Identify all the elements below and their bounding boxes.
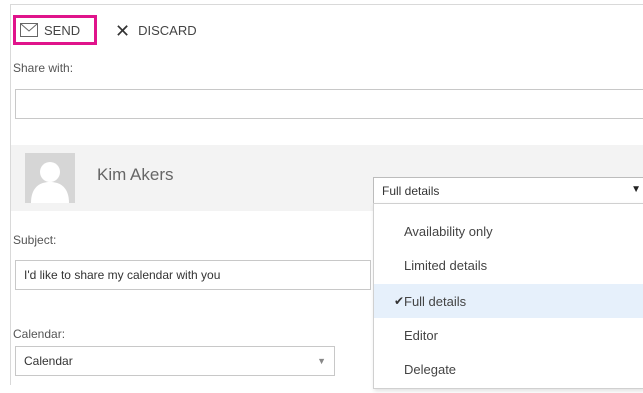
calendar-value: Calendar: [24, 354, 73, 368]
chevron-down-icon: ▼: [317, 356, 326, 366]
subject-label: Subject:: [13, 233, 57, 247]
send-button[interactable]: SEND: [13, 15, 97, 45]
recipient-name: Kim Akers: [97, 165, 174, 184]
share-with-input[interactable]: [15, 89, 643, 119]
share-calendar-form: SEND ✕ DISCARD Share with: Kim Akers Ful…: [10, 4, 643, 389]
calendar-label: Calendar:: [13, 327, 66, 341]
permission-value: Full details: [382, 184, 440, 198]
toolbar: SEND ✕ DISCARD: [11, 5, 643, 55]
calendar-select[interactable]: Calendar ▼: [15, 346, 335, 376]
option-availability-only[interactable]: Availability only: [374, 214, 643, 248]
discard-label: DISCARD: [138, 23, 197, 38]
recipient-row: Kim Akers Full details ▼: [11, 145, 643, 211]
discard-button[interactable]: ✕ DISCARD: [115, 20, 197, 41]
person-silhouette-icon: [25, 153, 75, 203]
share-with-label: Share with:: [13, 61, 74, 75]
permission-select[interactable]: Full details ▼: [373, 177, 643, 205]
option-full-details[interactable]: ✔ Full details: [374, 284, 643, 318]
close-icon: ✕: [115, 20, 131, 41]
permission-dropdown-menu: Availability only Limited details ✔ Full…: [373, 203, 643, 389]
chevron-down-icon: ▼: [631, 184, 641, 195]
checkmark-icon: ✔: [394, 294, 405, 308]
send-icon: [20, 23, 38, 37]
option-editor[interactable]: Editor: [374, 318, 643, 352]
subject-input[interactable]: I'd like to share my calendar with you: [15, 260, 371, 290]
option-delegate[interactable]: Delegate: [374, 352, 643, 386]
subject-value: I'd like to share my calendar with you: [24, 268, 221, 282]
option-limited-details[interactable]: Limited details: [374, 248, 643, 282]
send-label: SEND: [44, 22, 81, 38]
